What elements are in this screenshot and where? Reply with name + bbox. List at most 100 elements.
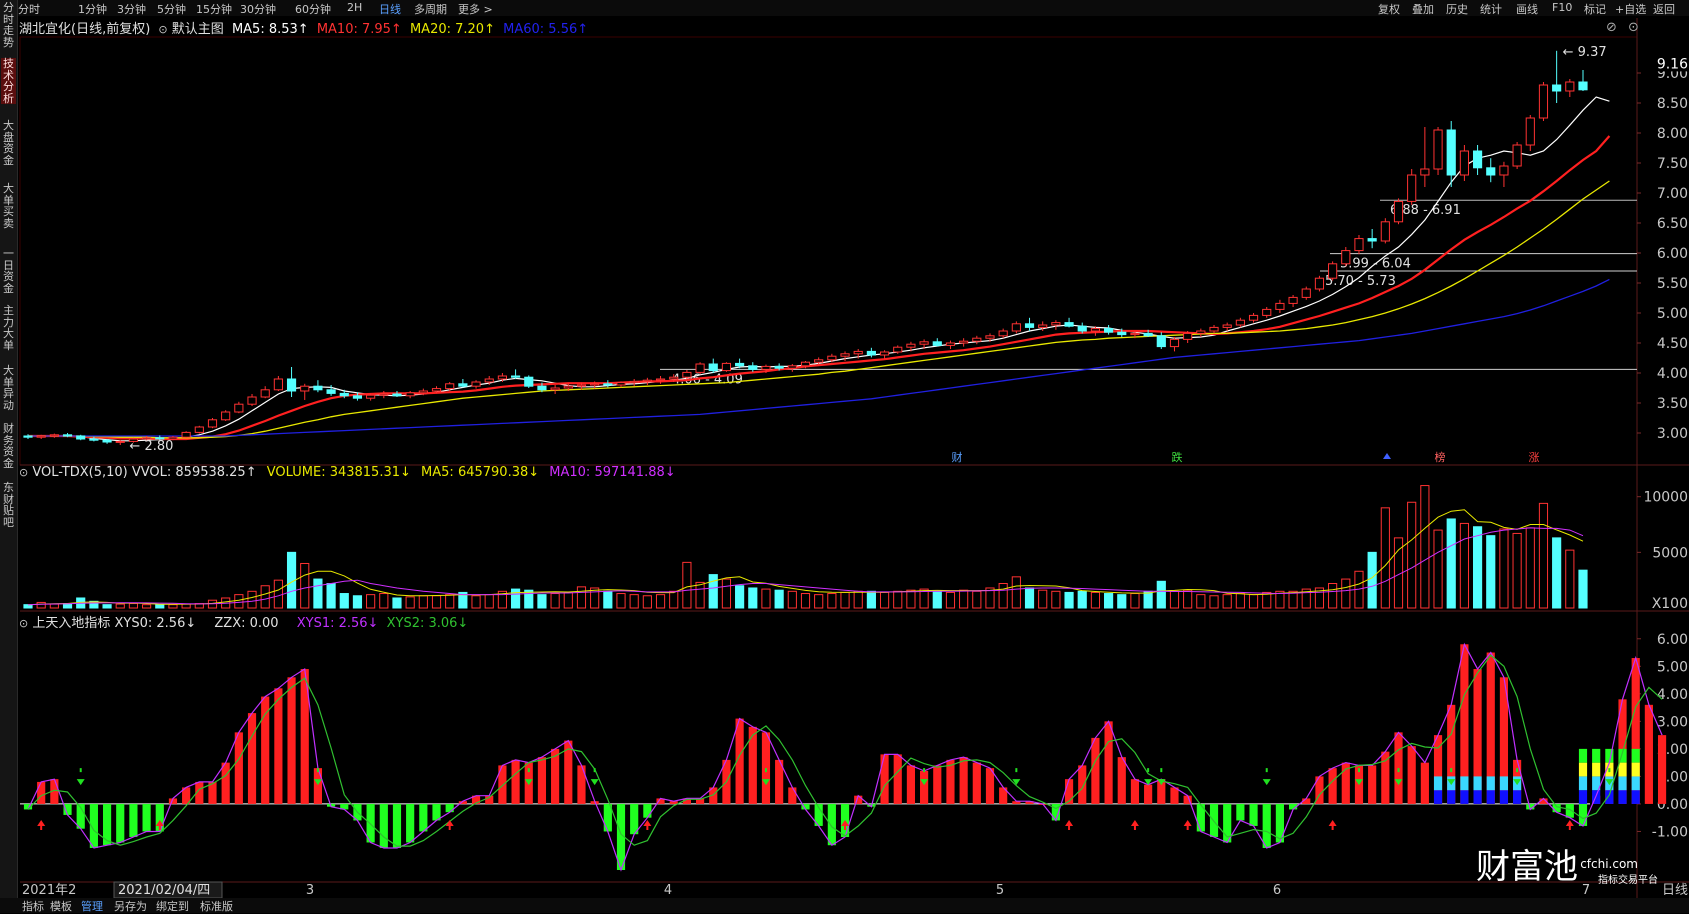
up-arrow-icon xyxy=(37,819,46,830)
candle-body xyxy=(563,385,573,389)
candle-body xyxy=(76,435,86,440)
volume-bar xyxy=(840,591,850,609)
volume-bar xyxy=(616,593,626,609)
volume-bar xyxy=(721,578,732,609)
stock-chart[interactable]: 9.008.508.007.507.006.506.005.505.004.50… xyxy=(0,0,1689,913)
price-tag: 9.16 xyxy=(1657,56,1688,72)
candle-body xyxy=(576,384,587,387)
down-arrow-icon xyxy=(1262,768,1271,786)
indicator-block xyxy=(1433,776,1443,791)
candle-body xyxy=(1407,174,1417,202)
volume-bar xyxy=(761,588,771,609)
volume-bar xyxy=(49,603,59,609)
volume-bar xyxy=(774,589,784,609)
indicator-block xyxy=(1486,790,1495,804)
volume-bar xyxy=(405,596,415,609)
window-control-icon-2: ⊙ xyxy=(1628,20,1639,35)
candle-body xyxy=(1038,324,1048,328)
indicator-block xyxy=(1578,762,1588,777)
candle-body xyxy=(379,393,389,396)
candle-body xyxy=(1433,129,1443,170)
indicator-bar xyxy=(37,781,46,804)
bottom-tab-3[interactable]: 另存为 xyxy=(114,898,147,914)
indicator-bar xyxy=(392,803,402,848)
candle-body xyxy=(89,438,99,441)
price-tick-1: 8.50 xyxy=(1657,96,1688,112)
price-tick-3: 7.50 xyxy=(1657,156,1688,172)
indicator-bar xyxy=(419,803,428,832)
candle-body xyxy=(418,390,428,394)
candle-body xyxy=(1077,325,1087,332)
volume-bar xyxy=(1578,569,1588,609)
xaxis-label-0: 2021年2 xyxy=(22,883,76,898)
volume-bar xyxy=(115,603,125,609)
candle-body xyxy=(1578,81,1588,91)
volume-bar xyxy=(1117,594,1127,609)
volume-bar xyxy=(339,593,349,609)
indicator-bar xyxy=(630,803,639,835)
down-arrow-icon xyxy=(1144,768,1153,786)
indicator-bar xyxy=(445,803,454,813)
candle-body xyxy=(1328,263,1338,279)
event-marker-3: 涨 xyxy=(1529,451,1540,464)
price-tick-5: 6.50 xyxy=(1657,216,1688,232)
volume-bar xyxy=(471,595,481,609)
candle-body xyxy=(221,411,231,421)
bottom-tab-2[interactable]: 管理 xyxy=(81,898,103,914)
up-arrow-icon xyxy=(1565,819,1574,830)
volume-bar xyxy=(550,593,560,609)
ind-tick-7: -1.00 xyxy=(1652,824,1688,840)
candle-body xyxy=(497,375,507,380)
volume-bar xyxy=(972,590,982,609)
indicator-bar xyxy=(1144,784,1153,804)
up-arrow-icon xyxy=(1130,819,1139,830)
volume-bar xyxy=(1024,587,1035,609)
indicator-bar xyxy=(142,803,151,832)
volume-bar xyxy=(181,603,191,609)
candle-body xyxy=(787,365,797,369)
vol-tick-1: 5000 xyxy=(1652,545,1688,561)
volume-bar xyxy=(168,604,178,609)
candle-body xyxy=(23,435,33,438)
bottom-tab-5[interactable]: 标准版 xyxy=(200,898,233,914)
bottom-tab-0[interactable]: 指标 xyxy=(22,898,44,914)
indicator-bar xyxy=(920,770,929,804)
candle-body xyxy=(1143,332,1153,337)
volume-bar xyxy=(484,594,494,609)
volume-bar xyxy=(23,604,33,609)
bottom-tab-1[interactable]: 模板 xyxy=(50,898,72,914)
candle-body xyxy=(445,383,455,390)
indicator-bar xyxy=(946,759,955,804)
bottom-tab-4[interactable]: 绑定到 xyxy=(156,898,189,914)
indicator-bar xyxy=(1249,803,1258,826)
indicator-block xyxy=(1578,790,1588,804)
watermark-brand: 财富池 xyxy=(1476,847,1578,887)
indicator-bar xyxy=(1407,746,1416,804)
volume-bar xyxy=(273,579,283,609)
indicator-bar xyxy=(1064,779,1074,804)
candle-body xyxy=(1064,322,1074,327)
indicator-bar xyxy=(643,803,652,818)
indicator-bar xyxy=(972,762,981,804)
candle-body xyxy=(840,353,850,357)
candle-body xyxy=(655,378,666,381)
price-tick-11: 3.50 xyxy=(1657,396,1688,412)
volume-bar xyxy=(247,590,257,609)
volume-bar xyxy=(708,574,718,609)
volume-bar xyxy=(431,595,442,609)
candle-body xyxy=(181,431,191,438)
indicator-bar xyxy=(1117,757,1126,804)
volume-bar xyxy=(1446,518,1456,609)
candle-body xyxy=(998,330,1008,337)
price-tick-9: 4.50 xyxy=(1657,336,1688,352)
volume-bar xyxy=(682,561,692,609)
indicator-block xyxy=(1447,790,1456,804)
candle-body xyxy=(484,378,494,383)
candle-body xyxy=(853,350,863,355)
xaxis-period: 日线 xyxy=(1662,883,1688,898)
candle-body xyxy=(1051,322,1061,326)
candle-body xyxy=(115,440,125,443)
candle-body xyxy=(959,340,969,344)
xaxis-label-4: 6 xyxy=(1273,883,1281,898)
candle-body xyxy=(1130,332,1140,336)
